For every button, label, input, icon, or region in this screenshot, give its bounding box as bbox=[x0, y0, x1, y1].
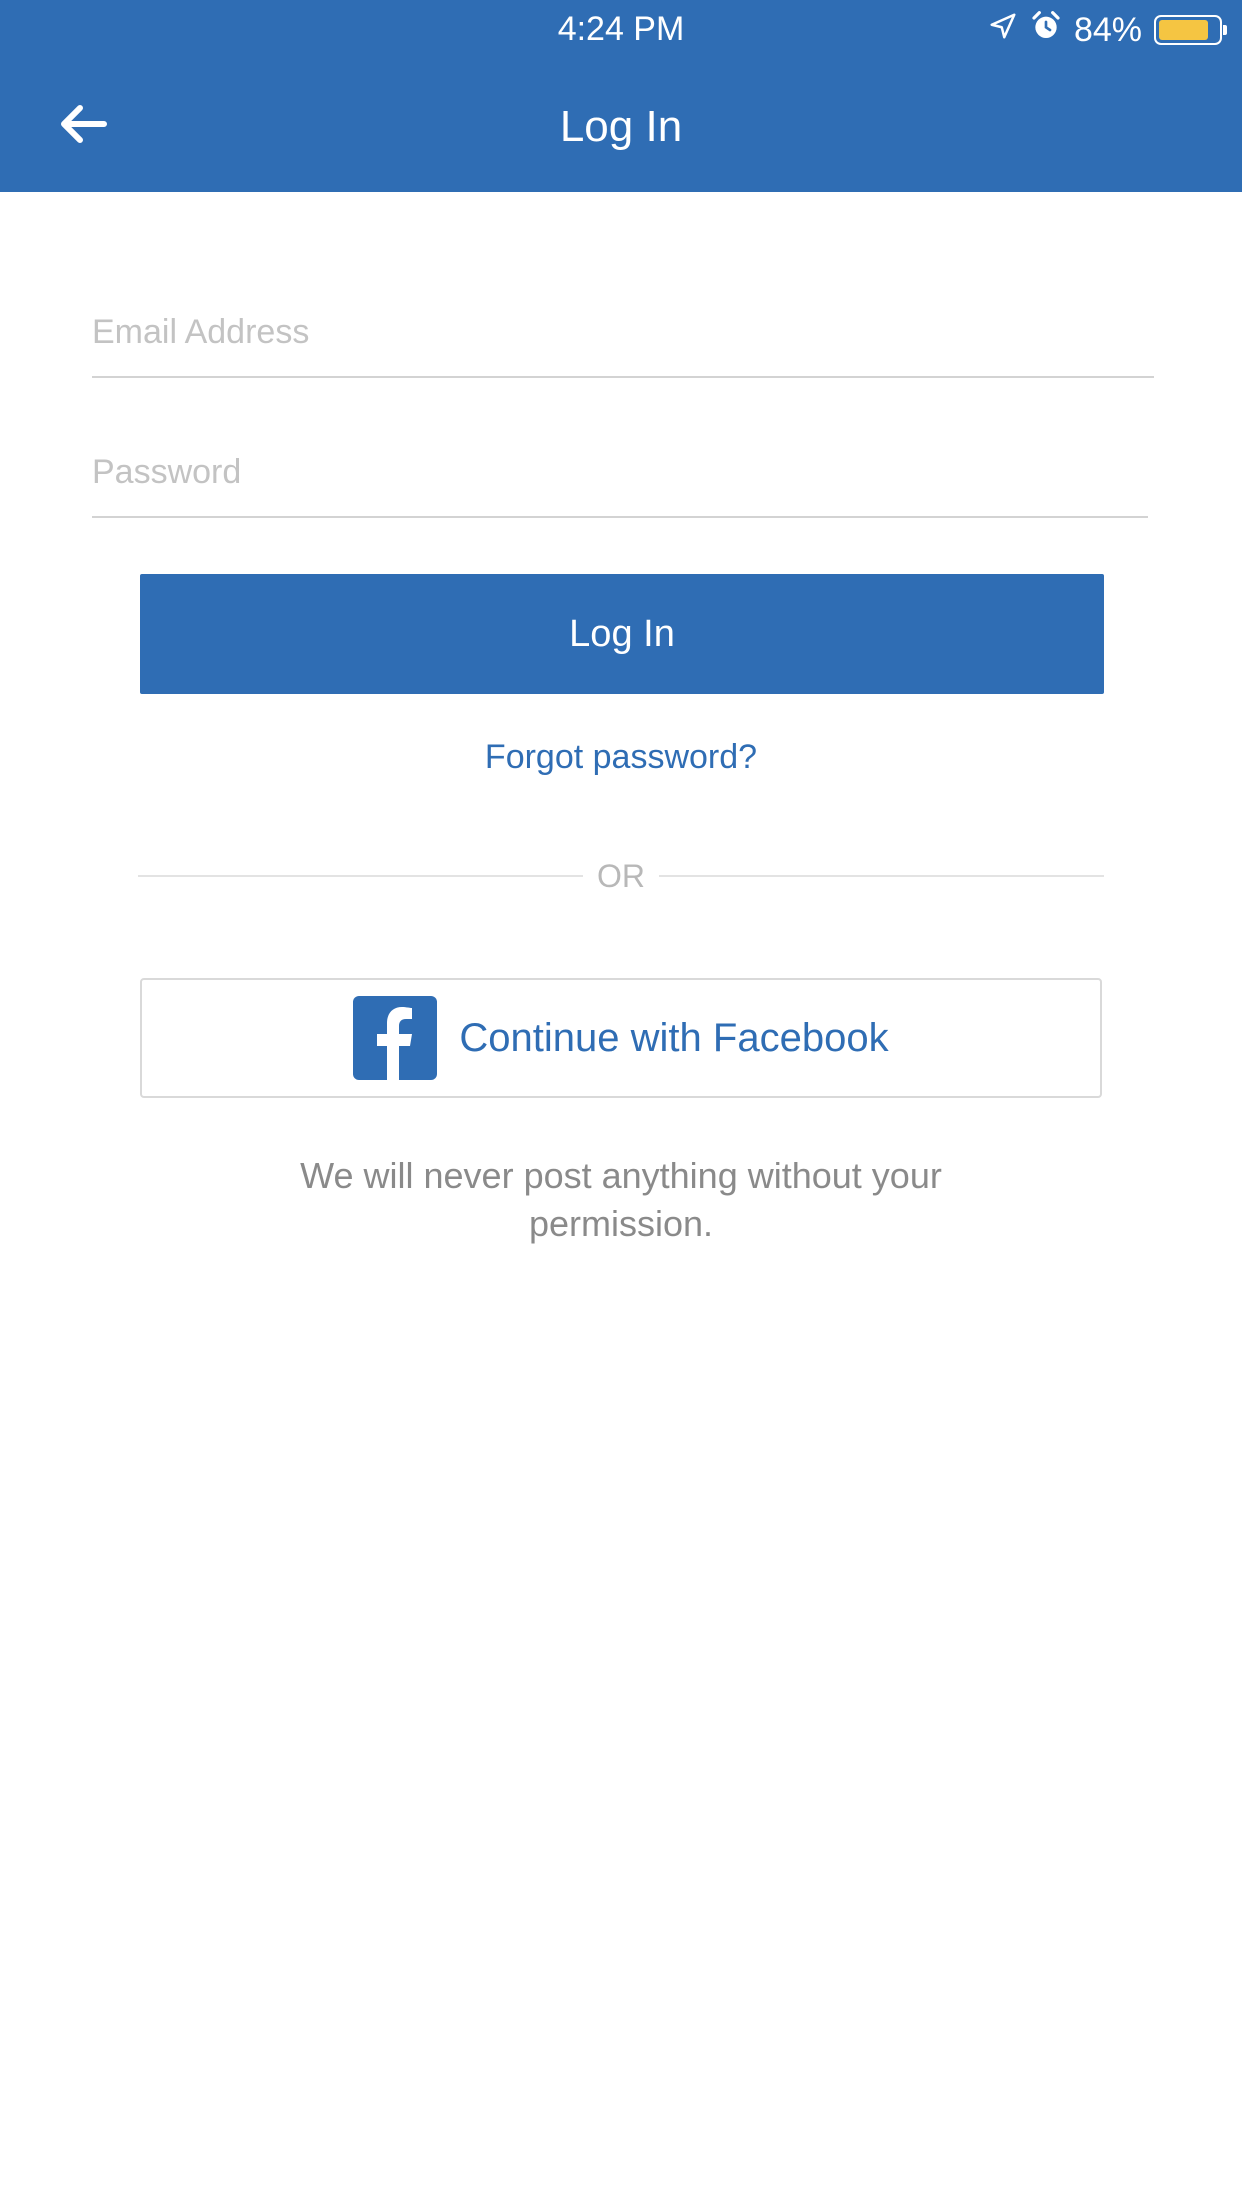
or-divider: OR bbox=[138, 858, 1104, 894]
facebook-logo-icon bbox=[353, 996, 438, 1080]
or-label: OR bbox=[583, 858, 659, 894]
forgot-password-link[interactable]: Forgot password? bbox=[0, 738, 1242, 777]
location-arrow-icon bbox=[988, 11, 1018, 50]
alarm-clock-icon bbox=[1030, 10, 1062, 51]
email-field[interactable] bbox=[92, 306, 1154, 378]
app-header: 4:24 PM 84% Log In bbox=[0, 0, 1242, 192]
login-button[interactable]: Log In bbox=[140, 574, 1104, 694]
battery-level bbox=[1159, 20, 1208, 40]
status-icons: 84% bbox=[988, 8, 1227, 52]
privacy-disclaimer: We will never post anything without your… bbox=[300, 1155, 942, 1244]
facebook-button-label: Continue with Facebook bbox=[459, 1015, 889, 1060]
battery-tip bbox=[1223, 25, 1227, 35]
status-bar: 4:24 PM 84% bbox=[0, 0, 1242, 58]
battery-percentage: 84% bbox=[1073, 10, 1142, 49]
facebook-login-button[interactable]: Continue with Facebook bbox=[140, 978, 1102, 1098]
or-separator: OR bbox=[138, 858, 1104, 895]
battery-icon bbox=[1154, 15, 1227, 45]
page-title: Log In bbox=[559, 102, 683, 151]
password-field[interactable] bbox=[92, 446, 1148, 518]
